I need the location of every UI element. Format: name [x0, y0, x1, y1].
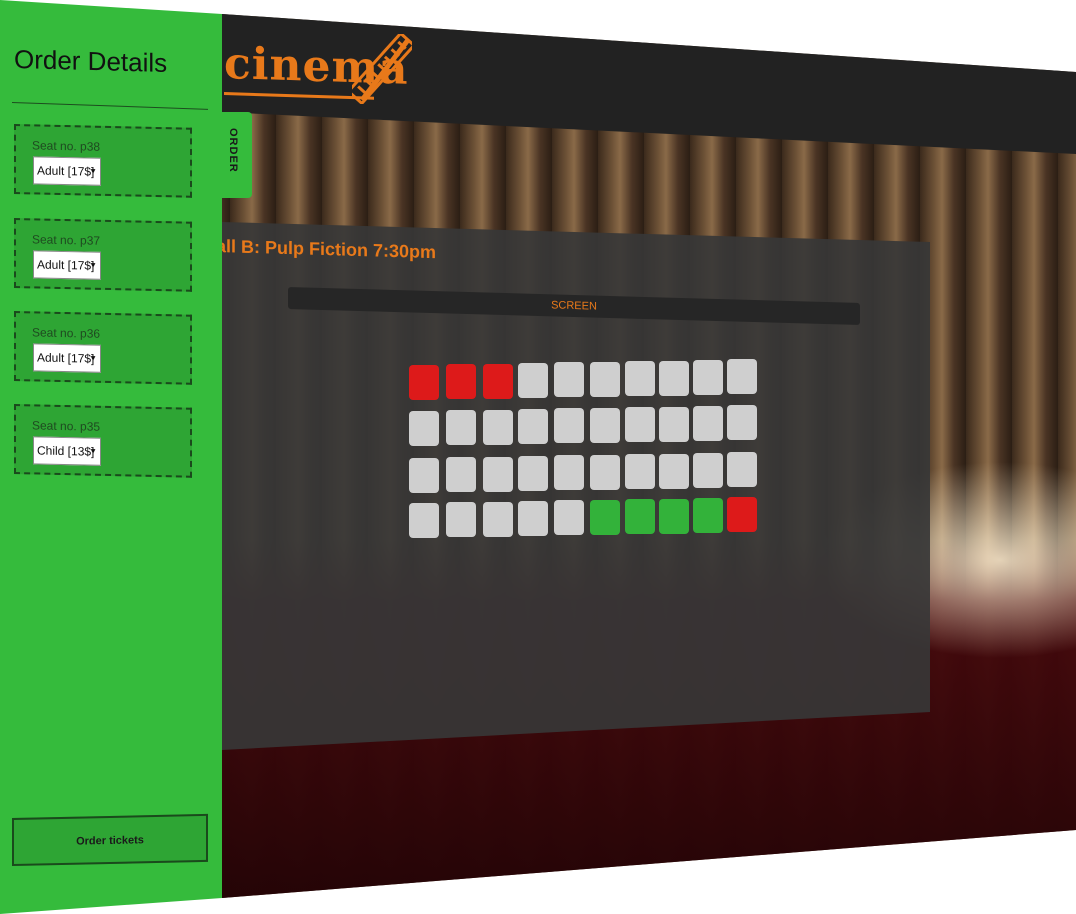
seat-free[interactable] — [483, 501, 513, 537]
seat-free[interactable] — [554, 362, 584, 398]
film-reel-logo-icon — [352, 34, 412, 104]
ticket-type-value: Adult [17$] — [37, 350, 95, 366]
seat-free[interactable] — [590, 361, 620, 397]
ticket-type-value: Child [13$] — [37, 443, 95, 459]
seat-selected[interactable] — [590, 499, 620, 535]
seat-free[interactable] — [554, 455, 584, 491]
dropdown-arrow-icon: ▼ — [89, 260, 97, 270]
ticket-type-value: Adult [17$] — [37, 257, 95, 273]
seat-free[interactable] — [659, 406, 689, 442]
seat-free[interactable] — [727, 359, 757, 395]
order-tickets-button[interactable]: Order tickets — [12, 813, 208, 866]
dropdown-arrow-icon: ▼ — [89, 446, 97, 456]
order-panel-title: Order Details — [14, 44, 168, 79]
seat-free[interactable] — [446, 410, 476, 446]
seat-selected[interactable] — [659, 498, 689, 534]
seat-free[interactable] — [625, 361, 655, 397]
seat-free[interactable] — [590, 407, 620, 443]
seat-number-label: Seat no. p36 — [32, 325, 101, 341]
seat-free[interactable] — [693, 405, 723, 441]
seat-free[interactable] — [554, 408, 584, 444]
seat-taken[interactable] — [446, 364, 476, 400]
ticket-type-value: Adult [17$] — [37, 163, 95, 179]
ticket-type-select[interactable]: Adult [17$] ▼ — [33, 156, 101, 186]
seat-taken[interactable] — [483, 363, 513, 399]
seat-free[interactable] — [518, 500, 548, 536]
seat-free[interactable] — [659, 360, 689, 396]
seat-selected[interactable] — [693, 497, 723, 533]
seat-free[interactable] — [409, 410, 439, 446]
seat-free[interactable] — [446, 457, 476, 493]
order-item: Seat no. p37 Adult [17$] ▼ — [14, 218, 192, 292]
seat-selected[interactable] — [625, 499, 655, 535]
seat-free[interactable] — [693, 359, 723, 395]
seat-free[interactable] — [483, 409, 513, 445]
seat-number-label: Seat no. p35 — [32, 418, 101, 434]
ticket-type-select[interactable]: Adult [17$] ▼ — [33, 250, 101, 280]
seat-taken[interactable] — [727, 497, 757, 533]
seat-free[interactable] — [625, 407, 655, 443]
seat-free[interactable] — [625, 454, 655, 490]
seat-free[interactable] — [446, 502, 476, 538]
seat-free[interactable] — [409, 457, 439, 493]
order-tab-label: ORDER — [227, 128, 239, 173]
seat-free[interactable] — [727, 405, 757, 441]
seat-number-label: Seat no. p37 — [32, 232, 101, 248]
order-item: Seat no. p38 Adult [17$] ▼ — [14, 124, 192, 198]
order-item: Seat no. p35 Child [13$] ▼ — [14, 404, 192, 478]
seat-free[interactable] — [518, 408, 548, 444]
order-item: Seat no. p36 Adult [17$] ▼ — [14, 311, 192, 385]
seat-taken[interactable] — [409, 364, 439, 400]
ticket-type-select[interactable]: Child [13$] ▼ — [33, 436, 101, 466]
seat-free[interactable] — [727, 452, 757, 488]
order-tab[interactable]: ORDER — [222, 112, 252, 198]
ticket-type-select[interactable]: Adult [17$] ▼ — [33, 343, 101, 373]
seat-free[interactable] — [518, 362, 548, 398]
seat-free[interactable] — [518, 455, 548, 491]
seat-free[interactable] — [693, 452, 723, 488]
seat-free[interactable] — [409, 502, 439, 538]
seat-number-label: Seat no. p38 — [32, 138, 101, 154]
seat-free[interactable] — [483, 456, 513, 492]
seat-free[interactable] — [590, 454, 620, 490]
seat-free[interactable] — [554, 500, 584, 536]
dropdown-arrow-icon: ▼ — [89, 353, 97, 363]
seat-free[interactable] — [659, 453, 689, 489]
dropdown-arrow-icon: ▼ — [89, 166, 97, 176]
